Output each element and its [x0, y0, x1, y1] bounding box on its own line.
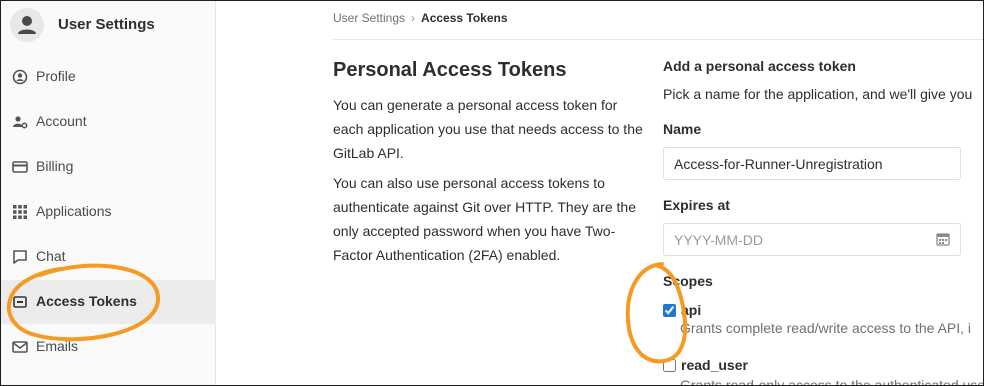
- form-heading: Add a personal access token: [663, 58, 856, 74]
- sidebar-item-label: Billing: [36, 158, 74, 174]
- sidebar-item-label: Emails: [36, 338, 79, 354]
- scope-read-user-checkbox[interactable]: [663, 359, 676, 372]
- sidebar-item-profile[interactable]: Profile: [0, 55, 216, 99]
- sidebar-header[interactable]: User Settings: [0, 0, 216, 48]
- scope-description: Grants read-only access to the authentic…: [680, 377, 984, 386]
- sidebar-item-chat[interactable]: Chat: [0, 235, 216, 279]
- expires-at-input[interactable]: [663, 223, 961, 256]
- expires-label: Expires at: [663, 197, 730, 213]
- intro-paragraph: You can also use personal access tokens …: [333, 175, 636, 263]
- sidebar-item-label: Account: [36, 113, 87, 129]
- envelope-icon: [12, 339, 28, 355]
- name-label: Name: [663, 121, 702, 137]
- token-name-input[interactable]: [663, 147, 961, 180]
- scope-name: read_user: [681, 359, 748, 373]
- page-title: Personal Access Tokens: [333, 59, 567, 81]
- breadcrumb-current[interactable]: Access Tokens: [421, 11, 508, 25]
- scope-description: Grants complete read/write access to the…: [680, 320, 972, 336]
- sidebar-item-access-tokens[interactable]: Access Tokens: [0, 280, 216, 324]
- sidebar-item-label: Chat: [36, 248, 66, 264]
- header-divider: [333, 39, 984, 40]
- sidebar-item-label: Profile: [36, 68, 76, 84]
- scope-api-checkbox[interactable]: [663, 304, 676, 317]
- sidebar-item-label: Access Tokens: [36, 293, 137, 309]
- sidebar-item-applications[interactable]: Applications: [0, 190, 216, 234]
- sidebar-item-billing[interactable]: Billing: [0, 145, 216, 189]
- form-description: Pick a name for the application, and we'…: [663, 86, 973, 102]
- user-gear-icon: [12, 114, 28, 130]
- chat-icon: [12, 249, 28, 265]
- sidebar-item-emails[interactable]: Emails: [0, 325, 216, 369]
- breadcrumb-separator: ›: [411, 11, 416, 25]
- scope-name: api: [681, 304, 702, 318]
- sidebar-item-account[interactable]: Account: [0, 100, 216, 144]
- avatar-icon: [10, 8, 44, 42]
- scope-read-user: read_user Grants read-only access to the…: [663, 359, 984, 386]
- scope-api: api Grants complete read/write access to…: [663, 304, 984, 344]
- sidebar-title: User Settings: [58, 16, 155, 33]
- token-icon: [12, 294, 28, 310]
- user-circle-icon: [12, 69, 28, 85]
- calendar-icon[interactable]: [936, 232, 950, 246]
- scopes-label: Scopes: [663, 273, 713, 289]
- breadcrumb: User Settings › Access Tokens: [333, 11, 508, 25]
- sidebar-item-label: Applications: [36, 203, 112, 219]
- credit-card-icon: [12, 159, 28, 175]
- sidebar: User Settings Profile Account Billing Ap…: [0, 0, 216, 386]
- grid-icon: [12, 204, 28, 220]
- breadcrumb-parent-link[interactable]: User Settings: [333, 11, 405, 25]
- intro-paragraph: You can generate a personal access token…: [333, 97, 643, 161]
